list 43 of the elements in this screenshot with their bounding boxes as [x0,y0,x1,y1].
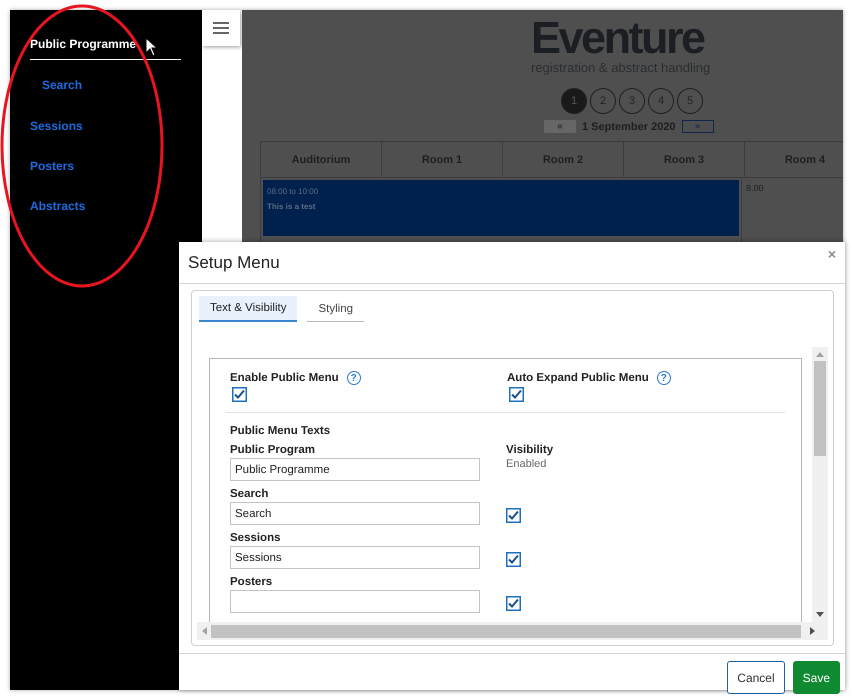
sidebar-item[interactable]: Abstracts [30,199,202,213]
page-button[interactable]: 1 [561,88,587,114]
horizontal-scrollbar[interactable] [197,622,828,640]
field-label: Enable Public Menu [230,372,339,384]
event-title: This is a test [267,202,316,211]
status-text: Enabled [506,458,548,470]
event-time: 08:00 to 10:00 [267,187,320,196]
dialog-title: Setup Menu [188,252,280,272]
text-field[interactable]: Search [230,502,480,525]
field-label: Public Program [230,444,316,456]
tab[interactable]: Text & Visibility [199,296,298,322]
scroll-down-icon[interactable] [816,612,824,617]
scroll-thumb[interactable] [211,624,801,638]
field-label: Sessions [230,532,282,544]
checkbox[interactable] [506,508,521,523]
section-title: Public Menu Texts [230,425,332,437]
menu-icon [213,22,229,34]
close-button[interactable]: × [828,246,836,262]
sidebar-item[interactable]: Posters [30,159,202,173]
sidebar-item[interactable]: Sessions [30,119,202,133]
sidebar-item[interactable]: Search [42,78,202,92]
cursor-icon [145,37,158,57]
event-block[interactable]: 08:00 to 10:00 This is a test [263,180,739,236]
scroll-thumb[interactable] [814,361,826,456]
checkbox[interactable] [506,552,521,567]
previous-button[interactable]: « [544,120,576,133]
field-label: Auto Expand Public Menu [507,372,649,384]
menu-button[interactable] [202,10,240,46]
text-field[interactable]: Public Programme [230,458,480,481]
help-icon[interactable]: ? [656,371,671,385]
checkbox[interactable] [506,596,521,611]
field-label: Search [230,488,270,500]
column-label: Visibility [506,444,554,456]
save-button[interactable]: Save [792,661,840,694]
checkbox[interactable] [509,387,524,402]
text-field[interactable] [230,590,480,613]
cancel-button[interactable]: Cancel [727,661,785,694]
field-label: Posters [230,576,274,588]
scroll-right-icon[interactable] [810,627,815,635]
text-field[interactable]: Sessions [230,546,480,569]
vertical-scrollbar[interactable] [812,347,828,622]
checkbox[interactable] [232,387,247,402]
help-icon[interactable]: ? [346,371,361,385]
